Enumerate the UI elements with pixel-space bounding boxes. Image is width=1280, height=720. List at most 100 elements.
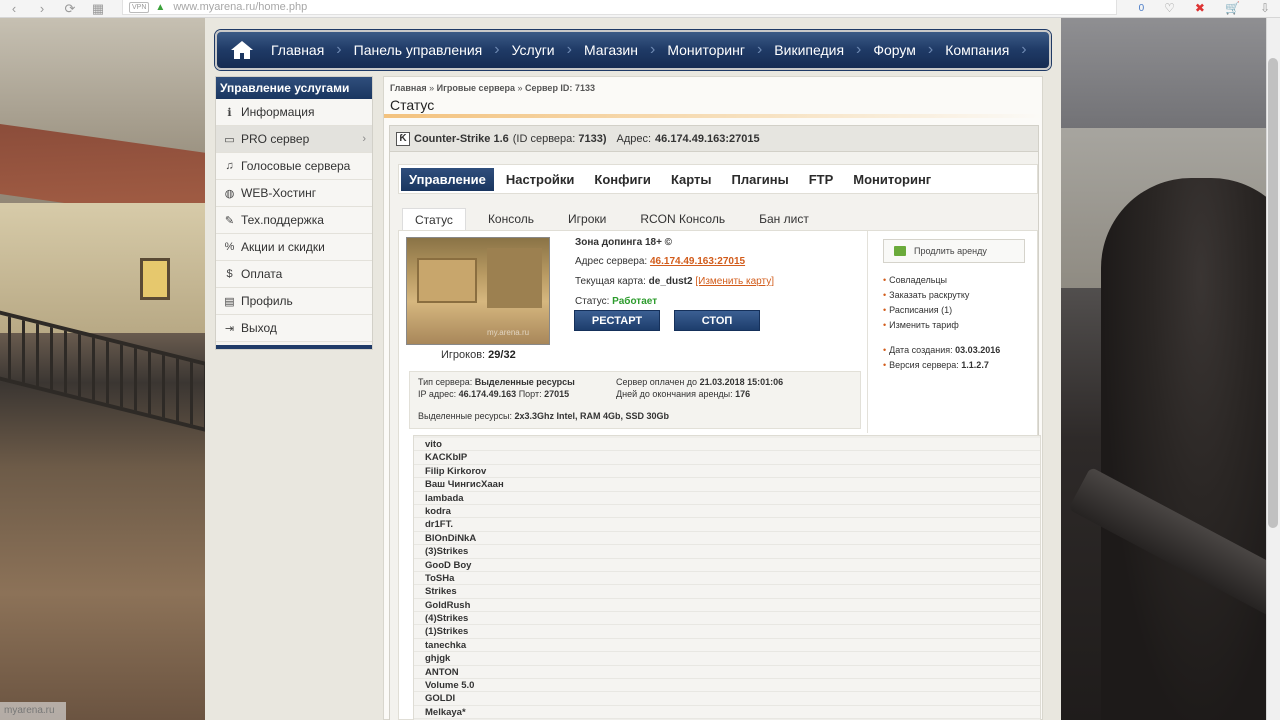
nav-shop[interactable]: Магазин [572,35,650,65]
folder-icon: ▤ [224,295,235,308]
sidebar-item-profile[interactable]: ▤ Профиль [216,288,372,315]
url-text[interactable]: www.myarena.ru/home.php [173,1,307,13]
subtab-rcon-console[interactable]: RCON Консоль [628,208,737,230]
list-item: ToSHa [414,571,1040,586]
logout-icon: ⇥ [224,322,235,335]
days-left-value: 176 [735,389,751,399]
server-header: Ƙ Counter-Strike 1.6 (ID сервера: 7133) … [390,126,1038,152]
change-map-link[interactable]: [Изменить карту] [695,276,774,287]
nav-services[interactable]: Услуги [500,35,567,65]
extension-count-badge[interactable]: 0 [1139,3,1145,14]
tab-configs[interactable]: Конфиги [586,168,659,191]
subtab-console[interactable]: Консоль [476,208,546,230]
wrench-icon: ✎ [224,214,235,227]
sidebar-item-label: Акции и скидки [241,240,325,254]
server-address-link[interactable]: 46.174.49.163:27015 [650,256,745,267]
nav-control-panel[interactable]: Панель управления [342,35,495,65]
background-left-scene [0,18,205,720]
change-tariff-link[interactable]: Изменить тариф [889,320,959,330]
list-item: GOLDI [414,692,1040,706]
list-item: Volume 5.0 [414,679,1040,693]
list-item: kodra [414,504,1040,519]
nav-monitoring[interactable]: Мониторинг [655,35,757,65]
paid-until-value: 21.03.2018 15:01:06 [699,377,784,387]
tab-ftp[interactable]: FTP [801,168,842,191]
nav-forum[interactable]: Форум [861,35,928,65]
renew-label: Продлить аренду [914,246,987,256]
nav-wiki[interactable]: Википедия [762,35,856,65]
sidebar-item-payment[interactable]: $ Оплата [216,261,372,288]
players-count: Игроков: 29/32 [441,349,516,361]
subtab-ban-list[interactable]: Бан лист [747,208,821,230]
address-bar[interactable]: VPN ▲ www.myarena.ru/home.php [122,0,1117,15]
browser-extensions: 0 ♡ ✖ 🛒 ⇩ [1139,0,1270,16]
order-promotion-link[interactable]: Заказать раскрутку [889,290,969,300]
percent-icon: % [224,241,235,253]
subtab-status[interactable]: Статус [402,208,466,230]
breadcrumb-current: Сервер ID: 7133 [525,83,595,93]
download-icon[interactable]: ⇩ [1260,1,1270,15]
sidebar-item-pro-server[interactable]: ▭ PRO сервер › [216,126,372,153]
sub-tabs: Статус Консоль Игроки RCON Консоль Бан л… [402,206,831,230]
vpn-badge[interactable]: VPN [129,1,150,13]
sidebar-item-voice[interactable]: ♫ Голосовые сервера [216,153,372,180]
breadcrumb-section[interactable]: Игровые сервера [437,83,515,93]
scrollbar-thumb[interactable] [1268,58,1278,528]
schedules-link[interactable]: Расписания (1) [889,305,952,315]
days-left-label: Дней до окончания аренды: [616,389,733,399]
server-version-label: Версия сервера: [889,360,959,370]
tab-monitoring[interactable]: Мониторинг [845,168,939,191]
breadcrumb-home[interactable]: Главная [390,83,427,93]
current-map-label: Текущая карта: [575,276,646,287]
server-address-label: Адрес: [616,132,652,145]
list-item: ANTON [414,665,1040,680]
restart-button[interactable]: РЕСТАРТ [574,310,660,331]
nav-home[interactable]: Главная [259,35,336,65]
sidebar-item-label: Голосовые сервера [241,159,351,173]
tab-plugins[interactable]: Плагины [724,168,797,191]
server-details: Тип сервера: Выделенные ресурсы IP адрес… [409,371,861,429]
heart-icon[interactable]: ♡ [1164,1,1175,15]
sidebar-item-support[interactable]: ✎ Тех.поддержка [216,207,372,234]
adblock-icon[interactable]: ✖ [1195,1,1205,15]
page-title: Статус [390,97,435,113]
nav-company[interactable]: Компания [933,35,1021,65]
sidebar-item-info[interactable]: ℹ Информация [216,99,372,126]
breadcrumb: Главная » Игровые сервера » Сервер ID: 7… [390,83,595,93]
dollar-icon: $ [226,268,233,280]
server-game: Counter-Strike 1.6 [414,132,509,145]
tab-management[interactable]: Управление [401,167,494,191]
server-type-label: Тип сервера: [418,377,473,387]
list-item: Filip Kirkorov [414,464,1040,479]
renew-rent-button[interactable]: Продлить аренду [883,239,1025,263]
reload-icon[interactable]: ⟳ [56,1,84,16]
server-id-value: 7133) [578,132,607,145]
subtab-players[interactable]: Игроки [556,208,618,230]
sidebar-item-promos[interactable]: % Акции и скидки [216,234,372,261]
home-icon[interactable] [225,35,259,65]
info-icon: ℹ [227,106,232,119]
sidebar-item-label: Тех.поддержка [241,213,324,227]
site-container: Главная › Панель управления › Услуги › Мага… [205,18,1061,720]
tab-settings[interactable]: Настройки [498,168,583,191]
co-owners-link[interactable]: Совладельцы [889,275,947,285]
page-scrollbar[interactable] [1266,18,1280,720]
sidebar-item-logout[interactable]: ⇥ Выход [216,315,372,342]
apps-grid-icon[interactable]: ▦ [84,1,112,16]
list-item: tanechka [414,638,1040,653]
counter-strike-icon: Ƙ [396,131,410,146]
sidebar-item-web-hosting[interactable]: ◍ WEB-Хостинг [216,180,372,207]
back-icon[interactable]: ‹ [0,1,28,16]
tab-maps[interactable]: Карты [663,168,720,191]
forward-icon[interactable]: › [28,1,56,16]
cart-icon[interactable]: 🛒 [1225,1,1240,15]
players-value: 29/32 [488,349,516,361]
list-item: Melkaya* [414,705,1040,720]
resources-label: Выделенные ресурсы: [418,411,512,421]
server-id-label: (ID сервера: [512,132,576,145]
player-list: vito KACKbIP Filip Kirkorov Ваш ЧингисХа… [413,435,1041,720]
stop-button[interactable]: СТОП [674,310,760,331]
created-date-value: 03.03.2016 [955,345,1001,355]
sidebar-title: Управление услугами [216,77,372,99]
background-right-scene [1061,18,1280,720]
